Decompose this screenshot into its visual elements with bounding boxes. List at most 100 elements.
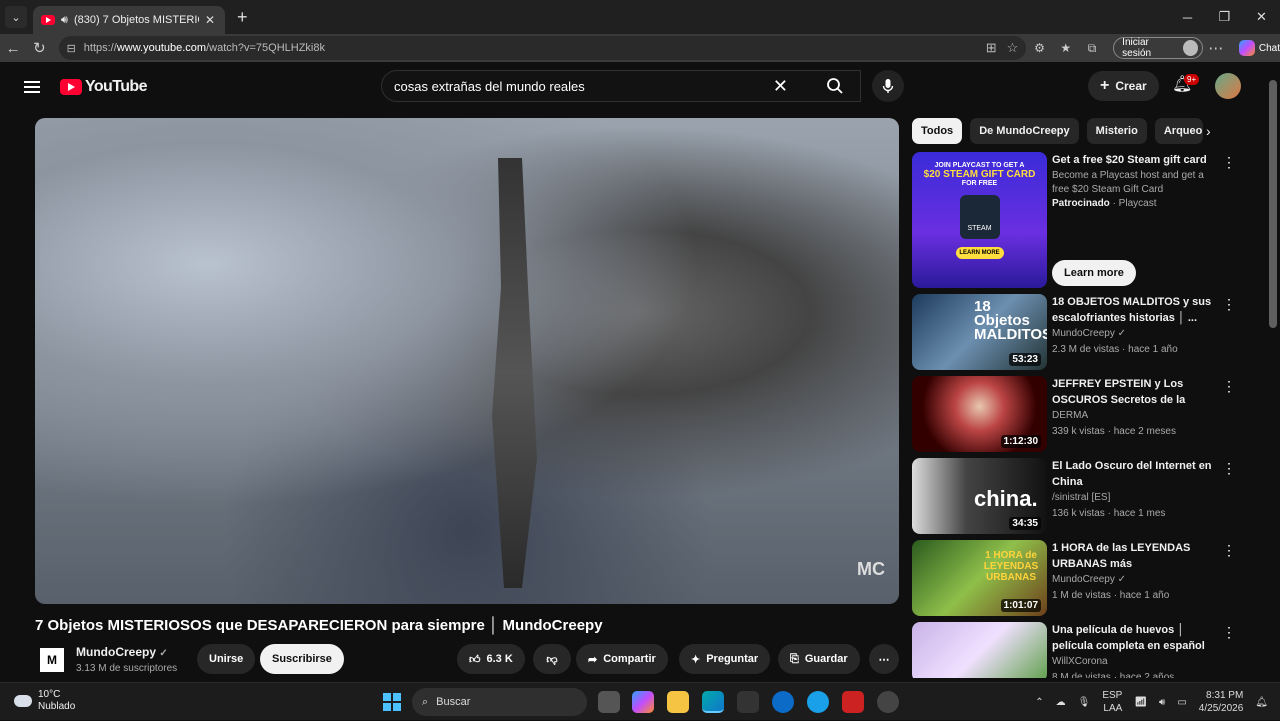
subscribe-button[interactable]: Suscribirse <box>260 644 344 674</box>
copilot-app-icon[interactable] <box>632 691 654 713</box>
battery-icon[interactable]: ▭ <box>1177 697 1186 708</box>
collections-icon[interactable]: ⧉ <box>1079 41 1105 56</box>
more-options-icon[interactable]: ⋯ <box>1203 39 1229 57</box>
notifications-icon[interactable]: 🔔︎ <box>1255 697 1268 708</box>
video-thumbnail[interactable]: 18 Objetos MALDITOS 53:23 <box>912 294 1047 370</box>
video-thumbnail[interactable]: china. 34:35 <box>912 458 1047 534</box>
learn-more-button[interactable]: Learn more <box>1052 260 1136 286</box>
ad-menu-icon[interactable]: ⋮ <box>1222 154 1236 171</box>
edge-browser-icon[interactable] <box>702 691 724 713</box>
list-item[interactable]: 1 HORA de LEYENDAS URBANAS 1:01:07 1 HOR… <box>912 540 1242 616</box>
favorite-star-icon[interactable]: ☆ <box>1007 40 1019 56</box>
channel-name[interactable]: MundoCreepy ✓ <box>76 645 168 659</box>
maximize-button[interactable]: ❐ <box>1206 0 1243 34</box>
video-meta: 2.3 M de vistas · hace 1 año <box>1052 344 1178 355</box>
channel-watermark[interactable]: MC <box>857 559 885 580</box>
chip-todos[interactable]: Todos <box>912 118 963 144</box>
profile-avatar-icon <box>1182 40 1198 56</box>
more-actions-button[interactable]: ⋯ <box>869 644 899 674</box>
duration-badge: 53:23 <box>1009 353 1041 366</box>
language-indicator[interactable]: ESP LAA <box>1102 689 1122 715</box>
weather-widget[interactable]: 10°C Nublado <box>14 689 75 713</box>
create-button[interactable]: + Crear <box>1088 71 1159 101</box>
address-bar[interactable]: ⊟ https://www.youtube.com/watch?v=75QHLH… <box>58 36 1027 60</box>
site-info-icon[interactable]: ⊟ <box>67 42 76 55</box>
favorites-icon[interactable]: ★ <box>1053 41 1079 55</box>
chips-next-arrow-icon[interactable]: › <box>1206 123 1211 139</box>
voice-search-button[interactable] <box>872 70 904 102</box>
tab-close-icon[interactable]: ✕ <box>205 13 215 27</box>
back-button[interactable]: ← <box>0 40 26 57</box>
user-avatar[interactable] <box>1215 73 1241 99</box>
hp-icon[interactable] <box>772 691 794 713</box>
chevron-up-icon[interactable]: ⌃ <box>1035 697 1043 708</box>
clear-search-icon[interactable]: ✕ <box>773 76 788 97</box>
browser-tab-active[interactable]: 🔊︎ (830) 7 Objetos MISTERIOSOS q ✕ <box>33 6 225 34</box>
youtube-logo[interactable]: YouTube <box>60 78 147 96</box>
item-menu-icon[interactable]: ⋮ <box>1222 378 1236 395</box>
item-menu-icon[interactable]: ⋮ <box>1222 460 1236 477</box>
share-button[interactable]: ➦ Compartir <box>576 644 668 674</box>
video-thumbnail[interactable]: 1:12:30 <box>912 376 1047 452</box>
join-button[interactable]: Unirse <box>197 644 256 674</box>
page-scrollbar[interactable] <box>1266 62 1280 682</box>
item-menu-icon[interactable]: ⋮ <box>1222 624 1236 641</box>
app-icon[interactable] <box>807 691 829 713</box>
list-item[interactable]: Una película de huevos │ película comple… <box>912 622 1242 678</box>
channel-avatar[interactable]: M <box>40 648 64 672</box>
minimize-button[interactable]: ─ <box>1169 0 1206 34</box>
task-view-icon[interactable] <box>598 691 620 713</box>
youtube-play-icon <box>60 79 82 95</box>
list-item[interactable]: china. 34:35 El Lado Oscuro del Internet… <box>912 458 1242 534</box>
logo-text: YouTube <box>85 78 147 95</box>
like-button[interactable]: 👍︎ 6.3 K <box>457 644 525 674</box>
item-menu-icon[interactable]: ⋮ <box>1222 296 1236 313</box>
cloud-sync-icon[interactable]: ☁ <box>1056 697 1066 708</box>
search-button[interactable] <box>814 70 856 102</box>
dislike-button[interactable]: 👎︎ <box>533 644 571 674</box>
video-thumbnail[interactable] <box>912 622 1047 678</box>
save-button[interactable]: ⎘ Guardar <box>778 644 860 674</box>
microphone-tray-icon[interactable]: 🎙︎ <box>1078 697 1091 708</box>
file-explorer-icon[interactable] <box>667 691 689 713</box>
tab-actions-menu-icon[interactable]: ⌄ <box>5 6 27 28</box>
chip-de-mundocreepy[interactable]: De MundoCreepy <box>970 118 1079 144</box>
search-input[interactable]: cosas extrañas del mundo reales ✕ <box>381 70 861 102</box>
copilot-chat-button[interactable]: Chat <box>1238 40 1280 56</box>
chip-arqueo[interactable]: Arqueo <box>1154 118 1203 144</box>
speaker-icon[interactable]: 🔊︎ <box>61 14 68 27</box>
ask-button[interactable]: ✦ Preguntar <box>679 644 771 674</box>
list-item[interactable]: 18 Objetos MALDITOS 53:23 18 OBJETOS MAL… <box>912 294 1242 370</box>
new-tab-button[interactable]: + <box>237 7 248 28</box>
video-thumbnail[interactable]: 1 HORA de LEYENDAS URBANAS 1:01:07 <box>912 540 1047 616</box>
reload-button[interactable]: ↻ <box>26 39 52 57</box>
scrollbar-thumb[interactable] <box>1269 80 1277 328</box>
taskbar-search[interactable]: ⌕ Buscar <box>412 688 587 716</box>
extensions-icon[interactable]: ⚙ <box>1026 41 1052 55</box>
start-button[interactable] <box>383 693 401 711</box>
sponsored-ad[interactable]: JOIN PLAYCAST TO GET A $20 STEAM GIFT CA… <box>912 152 1242 290</box>
item-menu-icon[interactable]: ⋮ <box>1222 542 1236 559</box>
video-meta: 136 k vistas · hace 1 mes <box>1052 508 1166 519</box>
security-shield-icon[interactable] <box>842 691 864 713</box>
chatgpt-icon[interactable] <box>877 691 899 713</box>
menu-hamburger-icon[interactable] <box>24 81 40 93</box>
signin-button[interactable]: Iniciar sesión <box>1113 37 1203 59</box>
video-player[interactable]: MC <box>35 118 899 604</box>
ad-thumbnail[interactable]: JOIN PLAYCAST TO GET A $20 STEAM GIFT CA… <box>912 152 1047 288</box>
close-window-button[interactable]: ✕ <box>1243 0 1280 34</box>
wifi-icon[interactable]: 📶︎ <box>1134 697 1147 708</box>
temperature: 10°C <box>38 689 61 700</box>
browser-toolbar: ← ↻ ⊟ https://www.youtube.com/watch?v=75… <box>0 34 1280 62</box>
list-item[interactable]: 1:12:30 JEFFREY EPSTEIN y Los OSCUROS Se… <box>912 376 1242 452</box>
volume-icon[interactable]: 🔊︎ <box>1159 697 1165 708</box>
video-title: 7 Objetos MISTERIOSOS que DESAPARECIERON… <box>35 617 603 634</box>
clock[interactable]: 8:31 PM 4/25/2026 <box>1199 689 1244 715</box>
chip-misterio[interactable]: Misterio <box>1086 118 1147 144</box>
sparkle-icon: ✦ <box>691 653 701 666</box>
youtube-header: YouTube cosas extrañas del mundo reales … <box>0 62 1266 112</box>
thumbs-up-icon: 👍︎ <box>469 653 481 666</box>
store-icon[interactable] <box>737 691 759 713</box>
plus-icon: + <box>1100 77 1110 94</box>
apps-icon[interactable]: ⊞ <box>986 40 997 56</box>
